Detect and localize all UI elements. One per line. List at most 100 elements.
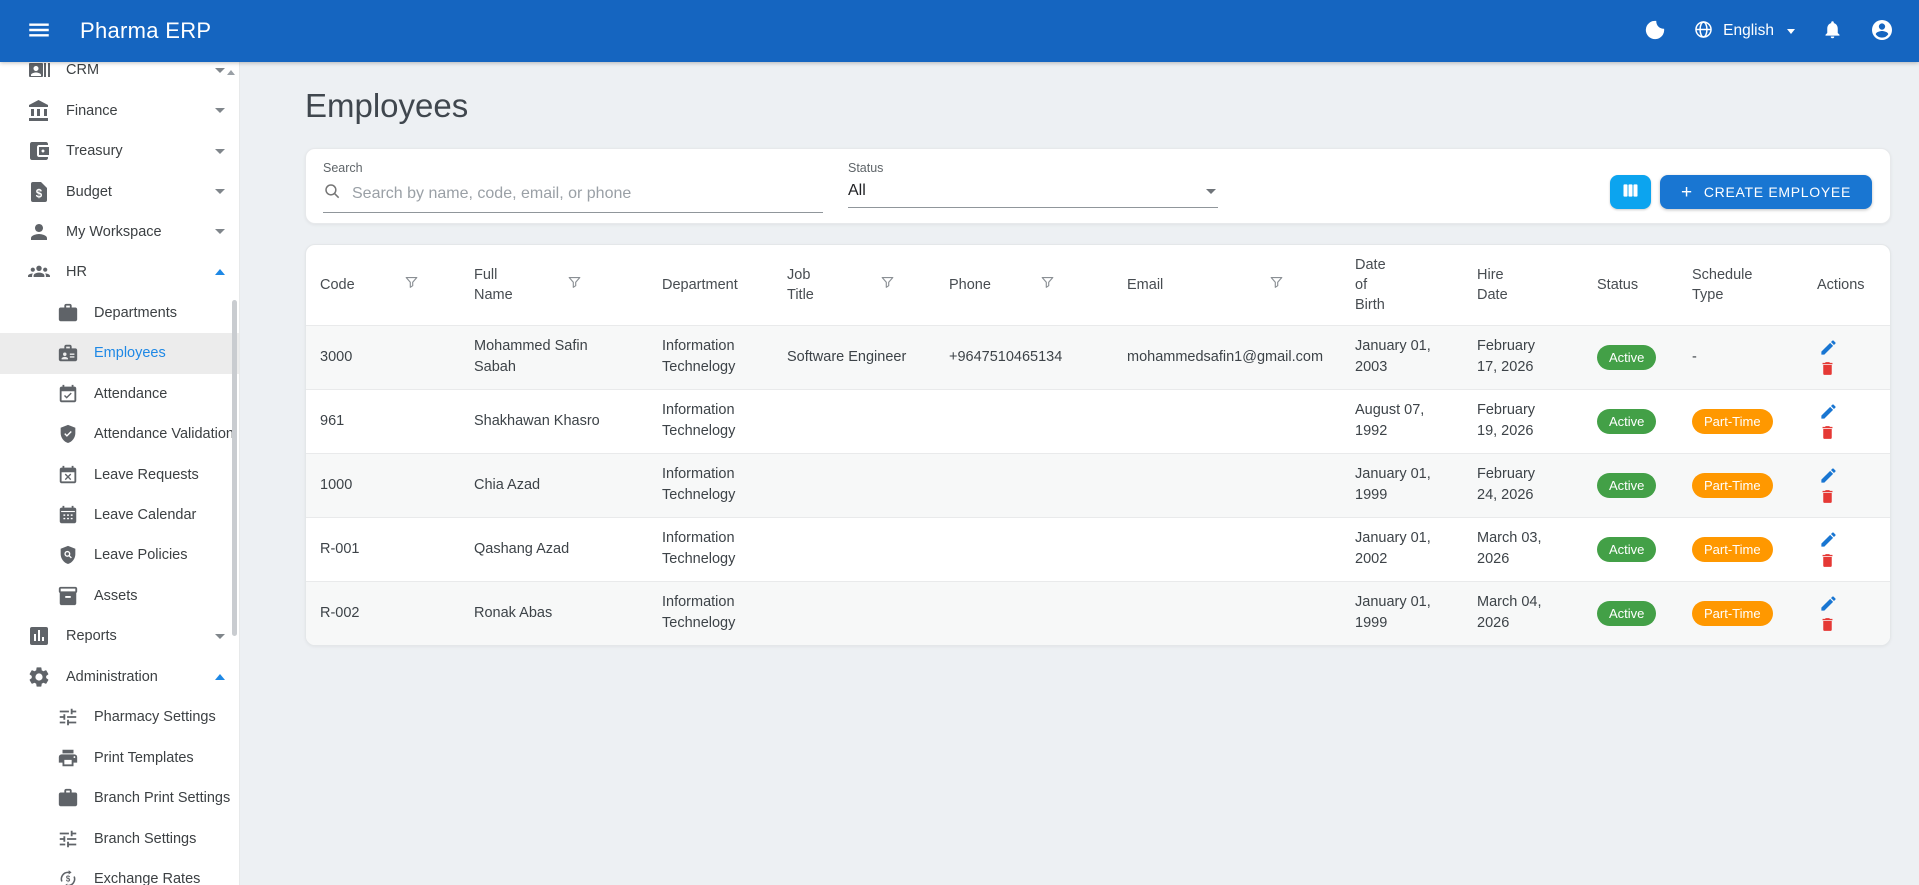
language-selector[interactable]: English [1693, 19, 1795, 43]
status-label: Status [848, 161, 1218, 175]
sidebar-item-leave-calendar[interactable]: Leave Calendar [0, 495, 239, 535]
chevron-down-icon [215, 149, 225, 154]
filter-funnel-icon[interactable] [1039, 274, 1056, 295]
sidebar-item-employees[interactable]: Employees [0, 333, 239, 373]
filter-funnel-icon[interactable] [879, 274, 896, 295]
sidebar-item-label: Pharmacy Settings [94, 709, 216, 725]
sidebar-item-label: CRM [66, 62, 99, 78]
sidebar-item-crm[interactable]: CRM [0, 62, 239, 90]
cell-phone [941, 389, 1119, 453]
chevron-down-icon [215, 189, 225, 194]
printer-icon [57, 747, 79, 769]
sidebar-item-label: Reports [66, 628, 117, 644]
status-badge: Active [1597, 601, 1656, 626]
sidebar-item-my-workspace[interactable]: My Workspace [0, 212, 239, 252]
status-select[interactable]: All [848, 182, 1218, 208]
cell-hire-date: February 24, 2026 [1477, 464, 1551, 506]
account-icon [1870, 18, 1894, 45]
main-content: Employees Search Status All [240, 62, 1919, 885]
sidebar-item-reports[interactable]: Reports [0, 616, 239, 656]
cell-code: R-002 [306, 581, 466, 645]
sidebar-item-finance[interactable]: Finance [0, 90, 239, 130]
edit-button[interactable] [1817, 593, 1840, 614]
delete-button[interactable] [1817, 615, 1838, 634]
column-settings-button[interactable] [1610, 175, 1651, 209]
cell-email [1119, 581, 1347, 645]
cell-job-title [779, 517, 941, 581]
edit-button[interactable] [1817, 337, 1840, 358]
delete-button[interactable] [1817, 551, 1838, 570]
theme-toggle-button[interactable] [1644, 19, 1666, 44]
chevron-down-icon [215, 634, 225, 639]
cell-code: R-001 [306, 517, 466, 581]
sidebar-item-label: Exchange Rates [94, 871, 200, 885]
briefcase-icon [57, 302, 79, 324]
sidebar-item-attendance[interactable]: Attendance [0, 374, 239, 414]
edit-button[interactable] [1817, 529, 1840, 550]
sidebar-item-assets[interactable]: Assets [0, 576, 239, 616]
column-header-full-name: Full Name [474, 265, 518, 305]
delete-button[interactable] [1817, 423, 1838, 442]
search-input[interactable] [352, 185, 823, 203]
filter-funnel-icon[interactable] [1268, 274, 1285, 295]
column-header-code: Code [320, 275, 355, 295]
menu-button[interactable] [24, 16, 54, 46]
cell-dob: January 01, 2002 [1355, 528, 1447, 570]
status-badge: Active [1597, 345, 1656, 370]
sidebar-item-label: Assets [94, 588, 138, 604]
account-button[interactable] [1870, 18, 1894, 45]
filter-funnel-icon[interactable] [566, 274, 583, 295]
edit-button[interactable] [1817, 465, 1840, 486]
sidebar-item-leave-requests[interactable]: Leave Requests [0, 454, 239, 494]
sidebar-item-branch-print-settings[interactable]: Branch Print Settings [0, 778, 239, 818]
delete-button[interactable] [1817, 487, 1838, 506]
cell-job-title: Software Engineer [779, 325, 941, 389]
delete-button[interactable] [1817, 359, 1838, 378]
sidebar-item-label: My Workspace [66, 224, 162, 240]
badge-icon [57, 342, 79, 364]
chevron-down-icon [215, 229, 225, 234]
sidebar-item-administration[interactable]: Administration [0, 657, 239, 697]
cell-full-name: Ronak Abas [474, 603, 552, 624]
schedule-type-badge: Part-Time [1692, 473, 1773, 498]
calendar-x-icon [57, 464, 79, 486]
schedule-type-value: - [1692, 349, 1697, 365]
app-header: Pharma ERP English [0, 0, 1919, 62]
sidebar-item-attendance-validation[interactable]: Attendance Validation [0, 414, 239, 454]
sidebar-item-print-templates[interactable]: Print Templates [0, 737, 239, 777]
cell-phone [941, 453, 1119, 517]
sidebar-item-budget[interactable]: $ Budget [0, 171, 239, 211]
pencil-icon [1819, 473, 1838, 488]
sidebar: CRM Finance Treasury $ Budget My Workspa… [0, 62, 240, 885]
cell-department: Information Technelogy [662, 400, 771, 442]
sidebar-item-label: Print Templates [94, 750, 194, 766]
scrollbar-up-arrow[interactable] [227, 70, 235, 75]
sidebar-item-label: Treasury [66, 143, 123, 159]
trash-icon [1819, 493, 1836, 508]
sidebar-item-label: Employees [94, 345, 166, 361]
sidebar-item-label: Leave Requests [94, 467, 199, 483]
cell-full-name: Shakhawan Khasro [474, 411, 600, 432]
cell-full-name: Chia Azad [474, 475, 540, 496]
sidebar-item-departments[interactable]: Departments [0, 293, 239, 333]
notifications-button[interactable] [1822, 19, 1843, 43]
filter-funnel-icon[interactable] [403, 274, 420, 295]
cell-full-name: Mohammed Safin Sabah [474, 336, 604, 378]
column-header-job-title: Job Title [787, 265, 831, 305]
sidebar-item-hr[interactable]: HR [0, 252, 239, 292]
edit-button[interactable] [1817, 401, 1840, 422]
cell-phone: +9647510465134 [941, 325, 1119, 389]
sidebar-item-exchange-rates[interactable]: $ Exchange Rates [0, 859, 239, 885]
create-employee-button[interactable]: + CREATE EMPLOYEE [1660, 175, 1872, 209]
sidebar-item-pharmacy-settings[interactable]: Pharmacy Settings [0, 697, 239, 737]
sidebar-item-leave-policies[interactable]: Leave Policies [0, 535, 239, 575]
sidebar-scrollbar-thumb[interactable] [232, 300, 237, 636]
column-header-actions: Actions [1817, 275, 1865, 295]
budget-document-icon: $ [27, 180, 51, 204]
sidebar-item-treasury[interactable]: Treasury [0, 131, 239, 171]
cell-hire-date: February 17, 2026 [1477, 336, 1551, 378]
filter-card: Search Status All + CREAT [305, 148, 1891, 224]
cell-phone [941, 517, 1119, 581]
sidebar-item-branch-settings[interactable]: Branch Settings [0, 818, 239, 858]
tune-icon [57, 706, 79, 728]
